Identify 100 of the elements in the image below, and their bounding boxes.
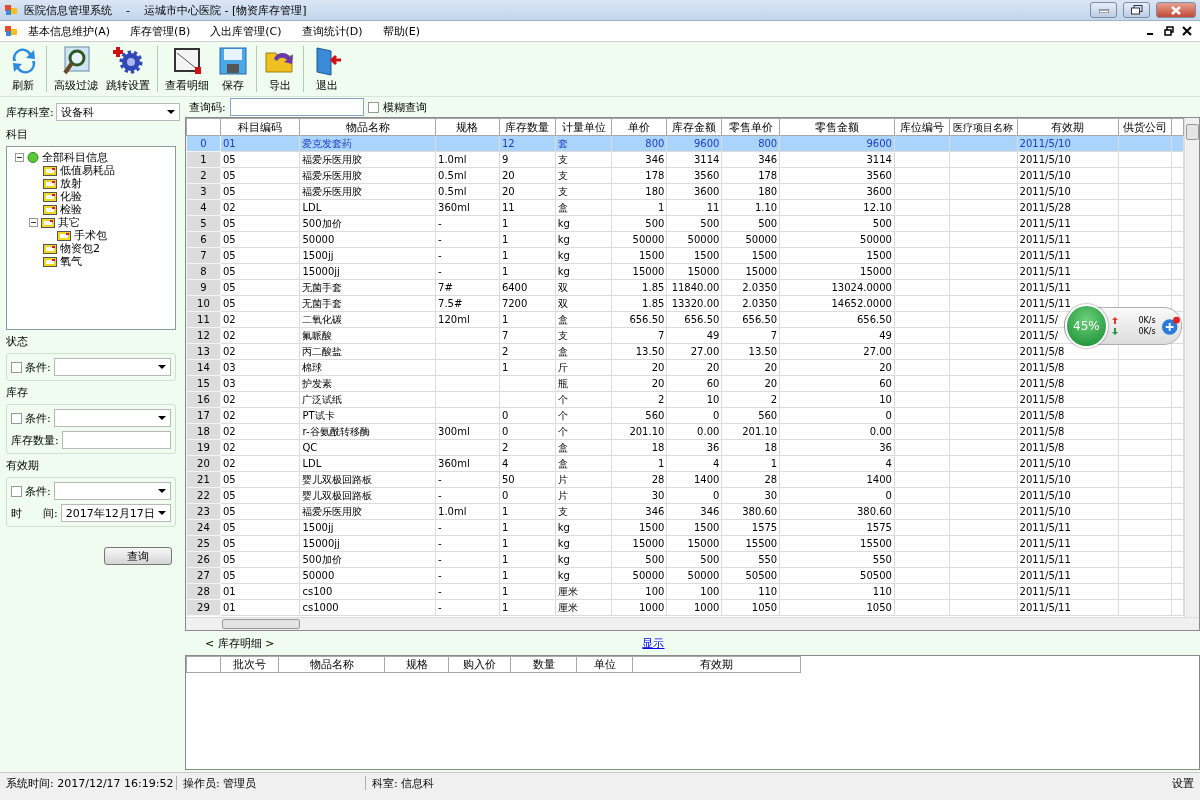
search-button[interactable]: 查询 [104, 547, 172, 565]
tree-item[interactable]: 其它 [58, 215, 80, 230]
close-button[interactable] [1156, 2, 1196, 18]
table-row[interactable]: 20 02 LDL 360ml 4 盒 1 4 1 4 2011/5/10 [186, 455, 1184, 472]
table-row[interactable]: 8 05 15000jj - 1 kg 15000 15000 15000 15000 2011/5/11 [186, 263, 1184, 280]
column-header[interactable]: 供货公司 [1118, 118, 1172, 136]
menu-item[interactable]: 基本信息维护(A) [18, 23, 121, 39]
minimize-button[interactable] [1090, 2, 1117, 18]
table-row[interactable]: 14 03 棉球 1 斤 20 20 20 20 2011/5/8 [186, 359, 1184, 376]
previous-link[interactable]: < [205, 636, 215, 650]
table-row[interactable]: 5 05 500加价 - 1 kg 500 500 500 500 2011/5/11 [186, 215, 1184, 232]
column-header[interactable]: 单价 [612, 118, 667, 136]
column-header[interactable]: 规格 [435, 118, 500, 136]
table-row[interactable]: 0 01 爱克发套药 12 套 800 9600 800 9600 2011/5/10 [186, 135, 1184, 152]
date-picker[interactable]: 2017年12月17日 [60, 504, 171, 522]
column-header[interactable]: 医疗项目名称 [949, 118, 1018, 136]
show-link[interactable]: 显示 [642, 635, 665, 651]
column-header[interactable]: 零售金额 [779, 118, 895, 136]
tree-item[interactable]: 化验 [60, 189, 82, 204]
table-cell: - [435, 567, 500, 584]
table-cell: - [435, 535, 500, 552]
column-header[interactable]: 科目编码 [220, 118, 300, 136]
toolbar-button[interactable]: 查看明细 [162, 44, 212, 94]
restore-button[interactable] [1123, 2, 1150, 18]
restore-icon[interactable] [1164, 26, 1174, 36]
column-header[interactable]: 单位 [576, 656, 633, 673]
vertical-scrollbar[interactable] [1184, 118, 1199, 617]
table-row[interactable]: 1 05 福爱乐医用胶 1.0ml 9 支 346 3114 346 3114 2011/5/10 [186, 151, 1184, 168]
table-row[interactable]: 25 05 15000jj - 1 kg 15000 15000 15500 15500 2011/5/11 [186, 535, 1184, 552]
tree-item[interactable]: 全部科目信息 [42, 150, 108, 165]
settings-link[interactable]: 设置 [1166, 776, 1200, 791]
table-row[interactable]: 26 05 500加价 - 1 kg 500 500 550 550 2011/5/11 [186, 551, 1184, 568]
tree-item[interactable]: 氧气 [60, 254, 82, 269]
table-row[interactable]: 2 05 福爱乐医用胶 0.5ml 20 支 178 3560 178 3560 2011/5/10 [186, 167, 1184, 184]
collapse-toggle[interactable] [15, 153, 24, 162]
menu-item[interactable]: 查询统计(D) [291, 23, 373, 39]
condition-dropdown[interactable] [53, 482, 171, 500]
tree-item[interactable]: 物资包2 [60, 241, 100, 256]
tree-item[interactable]: 手术包 [74, 228, 107, 243]
checkbox[interactable] [367, 101, 379, 113]
table-row[interactable]: 4 02 LDL 360ml 11 盒 1 11 1.10 12.10 2011/5/28 [186, 199, 1184, 216]
column-header[interactable]: 库存金额 [666, 118, 722, 136]
column-header[interactable]: 有效期 [632, 656, 801, 673]
column-header[interactable]: 物品名称 [299, 118, 436, 136]
column-header[interactable]: 计量单位 [555, 118, 612, 136]
column-header[interactable]: 有效期 [1017, 118, 1119, 136]
tree-item[interactable]: 放射 [60, 176, 82, 191]
plus-icon[interactable] [1159, 316, 1181, 336]
table-row[interactable]: 22 05 婴儿双极回路板 - 0 片 30 0 30 0 2011/5/10 [186, 487, 1184, 504]
table-row[interactable]: 27 05 50000 - 1 kg 50000 50000 50500 50500 2011/5/11 [186, 567, 1184, 584]
table-cell: 片 [555, 471, 612, 488]
table-row[interactable]: 17 02 PT试卡 0 个 560 0 560 0 2011/5/8 [186, 407, 1184, 424]
toolbar-button[interactable]: 跳转设置 [103, 44, 153, 94]
checkbox[interactable] [11, 485, 22, 497]
table-row[interactable]: 28 01 cs100 - 1 厘米 100 100 110 110 2011/5/11 [186, 583, 1184, 600]
column-header[interactable]: 数量 [510, 656, 577, 673]
table-row[interactable]: 3 05 福爱乐医用胶 0.5ml 20 支 180 3600 180 3600 2011/5/10 [186, 183, 1184, 200]
table-cell: 13.50 [721, 343, 780, 360]
horizontal-scrollbar[interactable] [186, 617, 1199, 630]
toolbar-button[interactable]: 高级过滤 [51, 44, 101, 94]
column-header[interactable]: 购入价 [448, 656, 511, 673]
table-row[interactable]: 16 02 广泛试纸 个 2 10 2 10 2011/5/8 [186, 391, 1184, 408]
checkbox[interactable] [11, 412, 22, 424]
next-link[interactable]: > [265, 636, 275, 650]
table-cell: kg [555, 231, 612, 248]
collapse-toggle[interactable] [29, 218, 38, 227]
table-row[interactable]: 21 05 婴儿双极回路板 - 50 片 28 1400 28 1400 2011/5/10 [186, 471, 1184, 488]
input-field[interactable] [61, 431, 171, 449]
table-row[interactable]: 23 05 福爱乐医用胶 1.0ml 1 支 346 346 380.60 380.60 2011/5/10 [186, 503, 1184, 520]
table-row[interactable]: 6 05 50000 - 1 kg 50000 50000 50000 50000 2011/5/11 [186, 231, 1184, 248]
checkbox[interactable] [11, 361, 22, 373]
root-node-icon [27, 152, 39, 163]
toolbar-button[interactable]: 保存 [214, 44, 252, 94]
toolbar-button[interactable]: 刷新 [4, 44, 42, 94]
table-row[interactable]: 15 03 护发素 瓶 20 60 20 60 2011/5/8 [186, 375, 1184, 392]
department-dropdown[interactable]: 设备科 [55, 103, 180, 121]
tree-item[interactable]: 检验 [60, 202, 82, 217]
column-header[interactable]: 库位编号 [894, 118, 950, 136]
column-header[interactable]: 库存数量 [499, 118, 556, 136]
column-header[interactable]: 规格 [384, 656, 449, 673]
table-row[interactable]: 24 05 1500jj - 1 kg 1500 1500 1575 1575 2011/5/11 [186, 519, 1184, 536]
condition-dropdown[interactable] [53, 358, 171, 376]
column-header[interactable]: 物品名称 [278, 656, 385, 673]
table-row[interactable]: 18 02 r-谷氨酰转移酶 300ml 0 个 201.10 0.00 201.10 0.00 2011/5/8 [186, 423, 1184, 440]
condition-dropdown[interactable] [53, 409, 171, 427]
query-code-field[interactable] [229, 98, 364, 116]
table-row[interactable]: 19 02 QC 2 盒 18 36 18 36 2011/5/8 [186, 439, 1184, 456]
column-header[interactable]: 零售单价 [721, 118, 780, 136]
table-row[interactable]: 7 05 1500jj - 1 kg 1500 1500 1500 1500 2011/5/11 [186, 247, 1184, 264]
tree-item[interactable]: 低值易耗品 [60, 163, 115, 178]
table-cell: 0 [499, 423, 556, 440]
toolbar-button[interactable]: 退出 [308, 44, 346, 94]
menu-item[interactable]: 库存管理(B) [120, 23, 201, 39]
menu-item[interactable]: 入出库管理(C) [200, 23, 292, 39]
menu-item[interactable]: 帮助(E) [372, 23, 431, 39]
close-icon[interactable] [1182, 26, 1192, 36]
toolbar-button[interactable]: 导出 [261, 44, 299, 94]
table-row[interactable]: 29 01 cs1000 - 1 厘米 1000 1000 1050 1050 2011/5/11 [186, 599, 1184, 616]
column-header[interactable]: 批次号 [220, 656, 279, 673]
table-row[interactable]: 9 05 无菌手套 7# 6400 双 1.85 11840.00 2.0350 13024.0000 2011/5/11 [186, 279, 1184, 296]
